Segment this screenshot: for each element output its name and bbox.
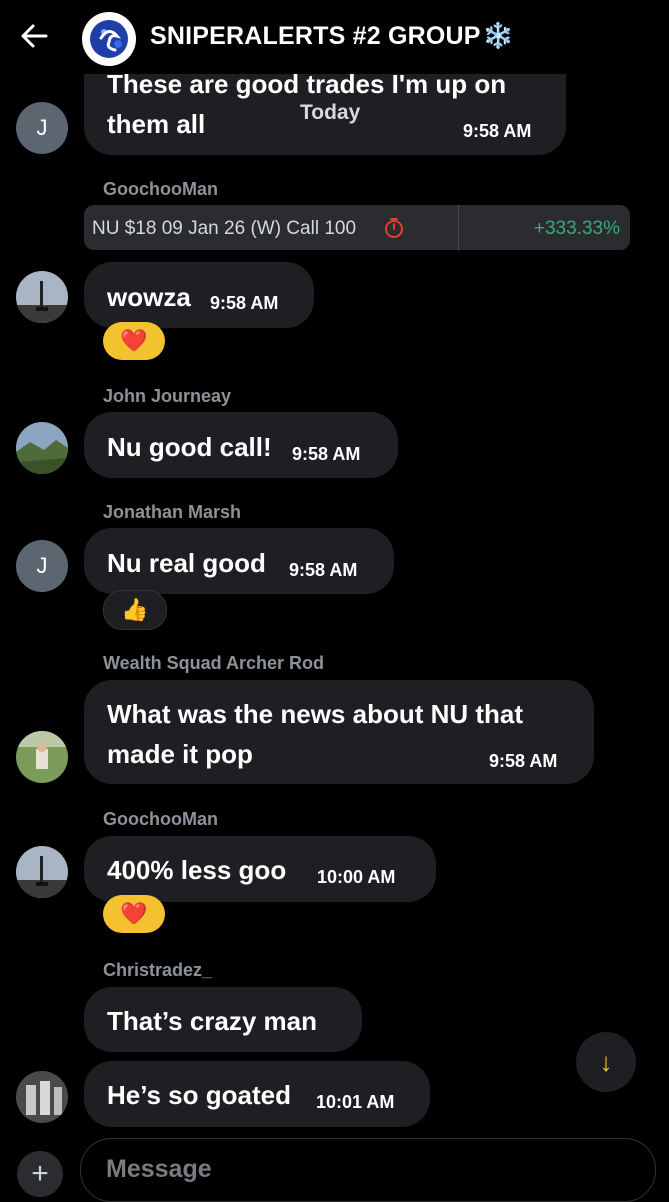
scroll-down-button[interactable]: ↓ bbox=[576, 1032, 636, 1092]
message-text: Nu good call! bbox=[107, 432, 272, 462]
avatar-image bbox=[16, 846, 68, 898]
message-time: 9:58 AM bbox=[463, 121, 532, 141]
message-text-line1: What was the news about NU that bbox=[107, 699, 524, 729]
avatar-john-journeay[interactable] bbox=[16, 422, 68, 474]
chat-header: SNIPERALERTS #2 GROUP❄️ bbox=[0, 0, 669, 74]
stopwatch-icon bbox=[385, 218, 403, 238]
message-time: 9:58 AM bbox=[210, 293, 279, 313]
message-time: 10:00 AM bbox=[317, 867, 396, 887]
message-text: Nu real good bbox=[107, 548, 266, 578]
sender-name: Wealth Squad Archer Rod bbox=[103, 653, 325, 673]
sender-name: Jonathan Marsh bbox=[103, 502, 242, 522]
heart-icon: ❤️ bbox=[120, 328, 148, 353]
trade-divider bbox=[458, 205, 459, 250]
date-divider: Today bbox=[300, 101, 361, 124]
avatar-letter: J bbox=[36, 553, 48, 578]
message-time: 9:58 AM bbox=[489, 751, 558, 771]
avatar-j[interactable]: J bbox=[16, 540, 68, 592]
heart-icon: ❤️ bbox=[120, 901, 148, 926]
plus-icon: + bbox=[31, 1157, 49, 1190]
trade-label: NU $18 09 Jan 26 (W) Call 100 bbox=[92, 218, 357, 239]
group-avatar-icon bbox=[83, 13, 135, 65]
avatar-goochooman[interactable] bbox=[16, 271, 68, 323]
trade-gain: +333.33% bbox=[533, 218, 620, 239]
avatar-image bbox=[16, 271, 68, 323]
reaction-heart[interactable]: ❤️ bbox=[103, 895, 165, 933]
avatar-letter: J bbox=[36, 115, 48, 140]
sender-name: Christradez_ bbox=[103, 960, 213, 980]
avatar-image bbox=[16, 422, 68, 474]
avatar-j[interactable]: J bbox=[16, 102, 68, 154]
avatar-image bbox=[16, 731, 68, 783]
arrow-down-icon: ↓ bbox=[599, 1046, 613, 1077]
avatar-image bbox=[16, 1071, 68, 1123]
sender-name: GoochooMan bbox=[103, 809, 218, 829]
message-text: That’s crazy man bbox=[107, 1006, 318, 1036]
message-time: 10:01 AM bbox=[316, 1092, 395, 1112]
message-text: He’s so goated bbox=[107, 1080, 291, 1110]
message-text-line2: made it pop bbox=[107, 739, 253, 769]
group-avatar[interactable] bbox=[82, 12, 136, 66]
back-button[interactable] bbox=[16, 18, 52, 54]
thumbs-up-icon: 👍 bbox=[121, 597, 149, 622]
add-attachment-button[interactable]: + bbox=[17, 1151, 63, 1197]
message-time: 9:58 AM bbox=[289, 560, 358, 580]
sender-name: GoochooMan bbox=[103, 179, 218, 199]
avatar-christradez[interactable] bbox=[16, 1071, 68, 1123]
snowflake-icon: ❄️ bbox=[482, 22, 514, 50]
group-title[interactable]: SNIPERALERTS #2 GROUP❄️ bbox=[150, 22, 514, 51]
arrow-left-icon bbox=[21, 24, 48, 48]
message-text: 400% less goo bbox=[107, 855, 287, 885]
message-time: 9:58 AM bbox=[292, 444, 361, 464]
avatar-archer-rod[interactable] bbox=[16, 731, 68, 783]
message-text-line2: them all bbox=[107, 109, 206, 139]
avatar-goochooman[interactable] bbox=[16, 846, 68, 898]
sender-name: John Journeay bbox=[103, 386, 232, 406]
message-text: wowza bbox=[107, 282, 191, 312]
group-title-text: SNIPERALERTS #2 GROUP bbox=[150, 22, 481, 50]
reaction-thumbs-up[interactable]: 👍 bbox=[103, 590, 167, 630]
message-placeholder: Message bbox=[106, 1155, 212, 1183]
reaction-heart[interactable]: ❤️ bbox=[103, 322, 165, 360]
trade-card[interactable]: NU $18 09 Jan 26 (W) Call 100 +333.33% bbox=[84, 205, 630, 250]
